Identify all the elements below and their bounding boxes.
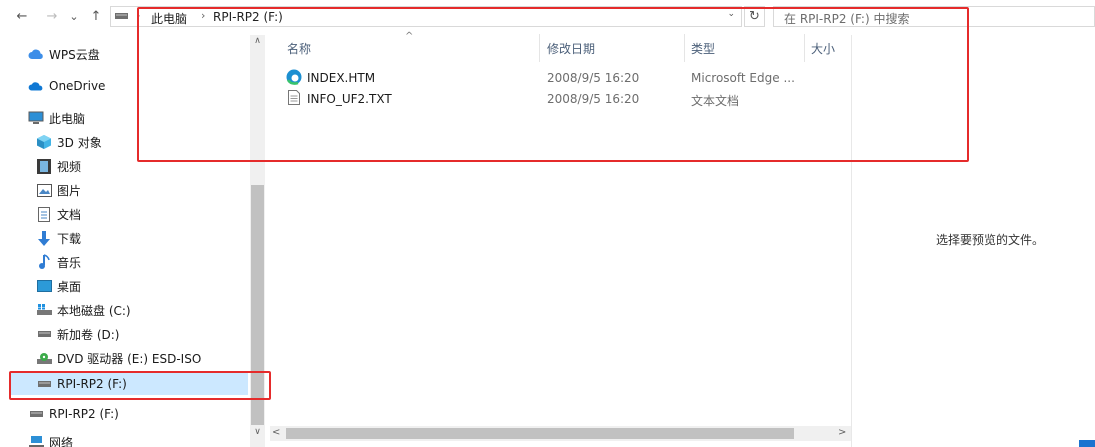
sidebar-item-3d-objects[interactable]: 3D 对象 — [36, 131, 102, 153]
sidebar-item-label: 桌面 — [57, 279, 82, 294]
onedrive-icon — [28, 78, 44, 94]
sidebar-item-network[interactable]: 网络 — [28, 431, 73, 447]
sidebar-item-wps[interactable]: WPS云盘 — [28, 43, 100, 65]
sidebar-item-label: 网络 — [49, 435, 74, 447]
up-button[interactable]: ↑ — [86, 6, 106, 26]
sidebar-item-label: DVD 驱动器 (E:) ESD-ISO — [57, 351, 202, 366]
sidebar-item-label: 视频 — [57, 159, 82, 174]
drive-icon — [28, 406, 44, 422]
sidebar-item-documents[interactable]: 文档 — [36, 203, 81, 225]
sidebar-item-this-pc[interactable]: 此电脑 — [28, 107, 85, 129]
highlight-box-file-area — [137, 7, 969, 162]
sidebar-item-label: 此电脑 — [49, 111, 86, 126]
highlight-box-drive-item — [9, 371, 271, 400]
back-button[interactable]: ← — [12, 6, 32, 26]
sidebar-item-desktop[interactable]: 桌面 — [36, 275, 81, 297]
sidebar-item-dvd-e[interactable]: DVD 驱动器 (E:) ESD-ISO — [36, 347, 201, 369]
sidebar-item-label: WPS云盘 — [49, 47, 100, 62]
forward-button[interactable]: → — [42, 6, 62, 26]
computer-icon — [28, 110, 44, 126]
history-dropdown[interactable]: ⌄ — [64, 6, 84, 26]
desktop-icon — [36, 278, 52, 294]
sidebar-item-label: 3D 对象 — [57, 135, 102, 150]
sidebar-item-label: 本地磁盘 (C:) — [57, 303, 131, 318]
download-icon — [36, 230, 52, 246]
document-icon — [36, 206, 52, 222]
network-icon — [28, 434, 44, 447]
drive-icon — [115, 13, 128, 19]
dvd-icon — [36, 350, 52, 366]
sidebar-item-onedrive[interactable]: OneDrive — [28, 75, 105, 97]
resize-handle — [1079, 440, 1095, 447]
sidebar-item-music[interactable]: 音乐 — [36, 251, 81, 273]
sidebar-item-label: 新加卷 (D:) — [57, 327, 120, 342]
sidebar-item-drive-c[interactable]: 本地磁盘 (C:) — [36, 299, 131, 321]
preview-message: 选择要预览的文件。 — [936, 233, 1045, 247]
sidebar-item-label: 下载 — [57, 231, 82, 246]
picture-icon — [36, 182, 52, 198]
windows-drive-icon — [36, 302, 52, 318]
sidebar-item-pictures[interactable]: 图片 — [36, 179, 81, 201]
scroll-right-icon[interactable]: > — [838, 427, 846, 438]
sidebar-item-label: 图片 — [57, 183, 82, 198]
sidebar-item-label: 音乐 — [57, 255, 82, 270]
sidebar-item-drive-d[interactable]: 新加卷 (D:) — [36, 323, 119, 345]
scroll-left-icon[interactable]: < — [272, 427, 280, 438]
music-icon — [36, 254, 52, 270]
cloud-icon — [28, 46, 44, 62]
cube-icon — [36, 134, 52, 150]
sidebar-item-label: RPI-RP2 (F:) — [49, 407, 119, 421]
sidebar-item-downloads[interactable]: 下载 — [36, 227, 81, 249]
scroll-down-icon[interactable]: ∨ — [250, 427, 265, 437]
video-icon — [36, 158, 52, 174]
drive-icon — [36, 326, 52, 342]
sidebar-item-rpi-rp2[interactable]: RPI-RP2 (F:) — [28, 403, 119, 425]
sidebar-item-videos[interactable]: 视频 — [36, 155, 81, 177]
sidebar-item-label: 文档 — [57, 207, 82, 222]
horizontal-scrollbar-thumb[interactable] — [286, 428, 794, 439]
sidebar-item-label: OneDrive — [49, 79, 106, 93]
